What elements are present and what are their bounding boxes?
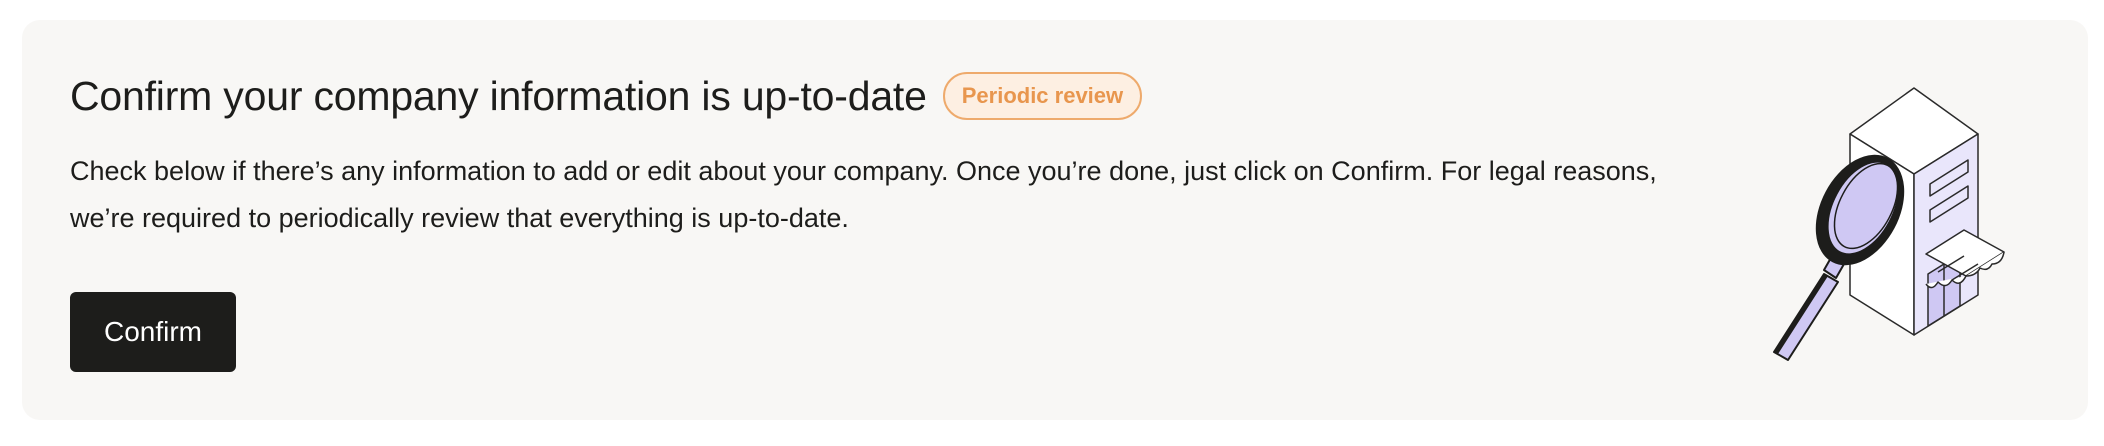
review-card-content: Confirm your company information is up-t…: [70, 72, 1710, 242]
magnifying-glass-building-icon: [1773, 87, 2005, 361]
card-description: Check below if there’s any information t…: [70, 156, 1657, 233]
title-row: Confirm your company information is up-t…: [70, 72, 1710, 120]
review-card: Confirm your company information is up-t…: [22, 20, 2088, 420]
status-badge: Periodic review: [942, 72, 1143, 120]
page-title: Confirm your company information is up-t…: [70, 72, 927, 119]
confirm-button[interactable]: Confirm: [70, 292, 236, 372]
